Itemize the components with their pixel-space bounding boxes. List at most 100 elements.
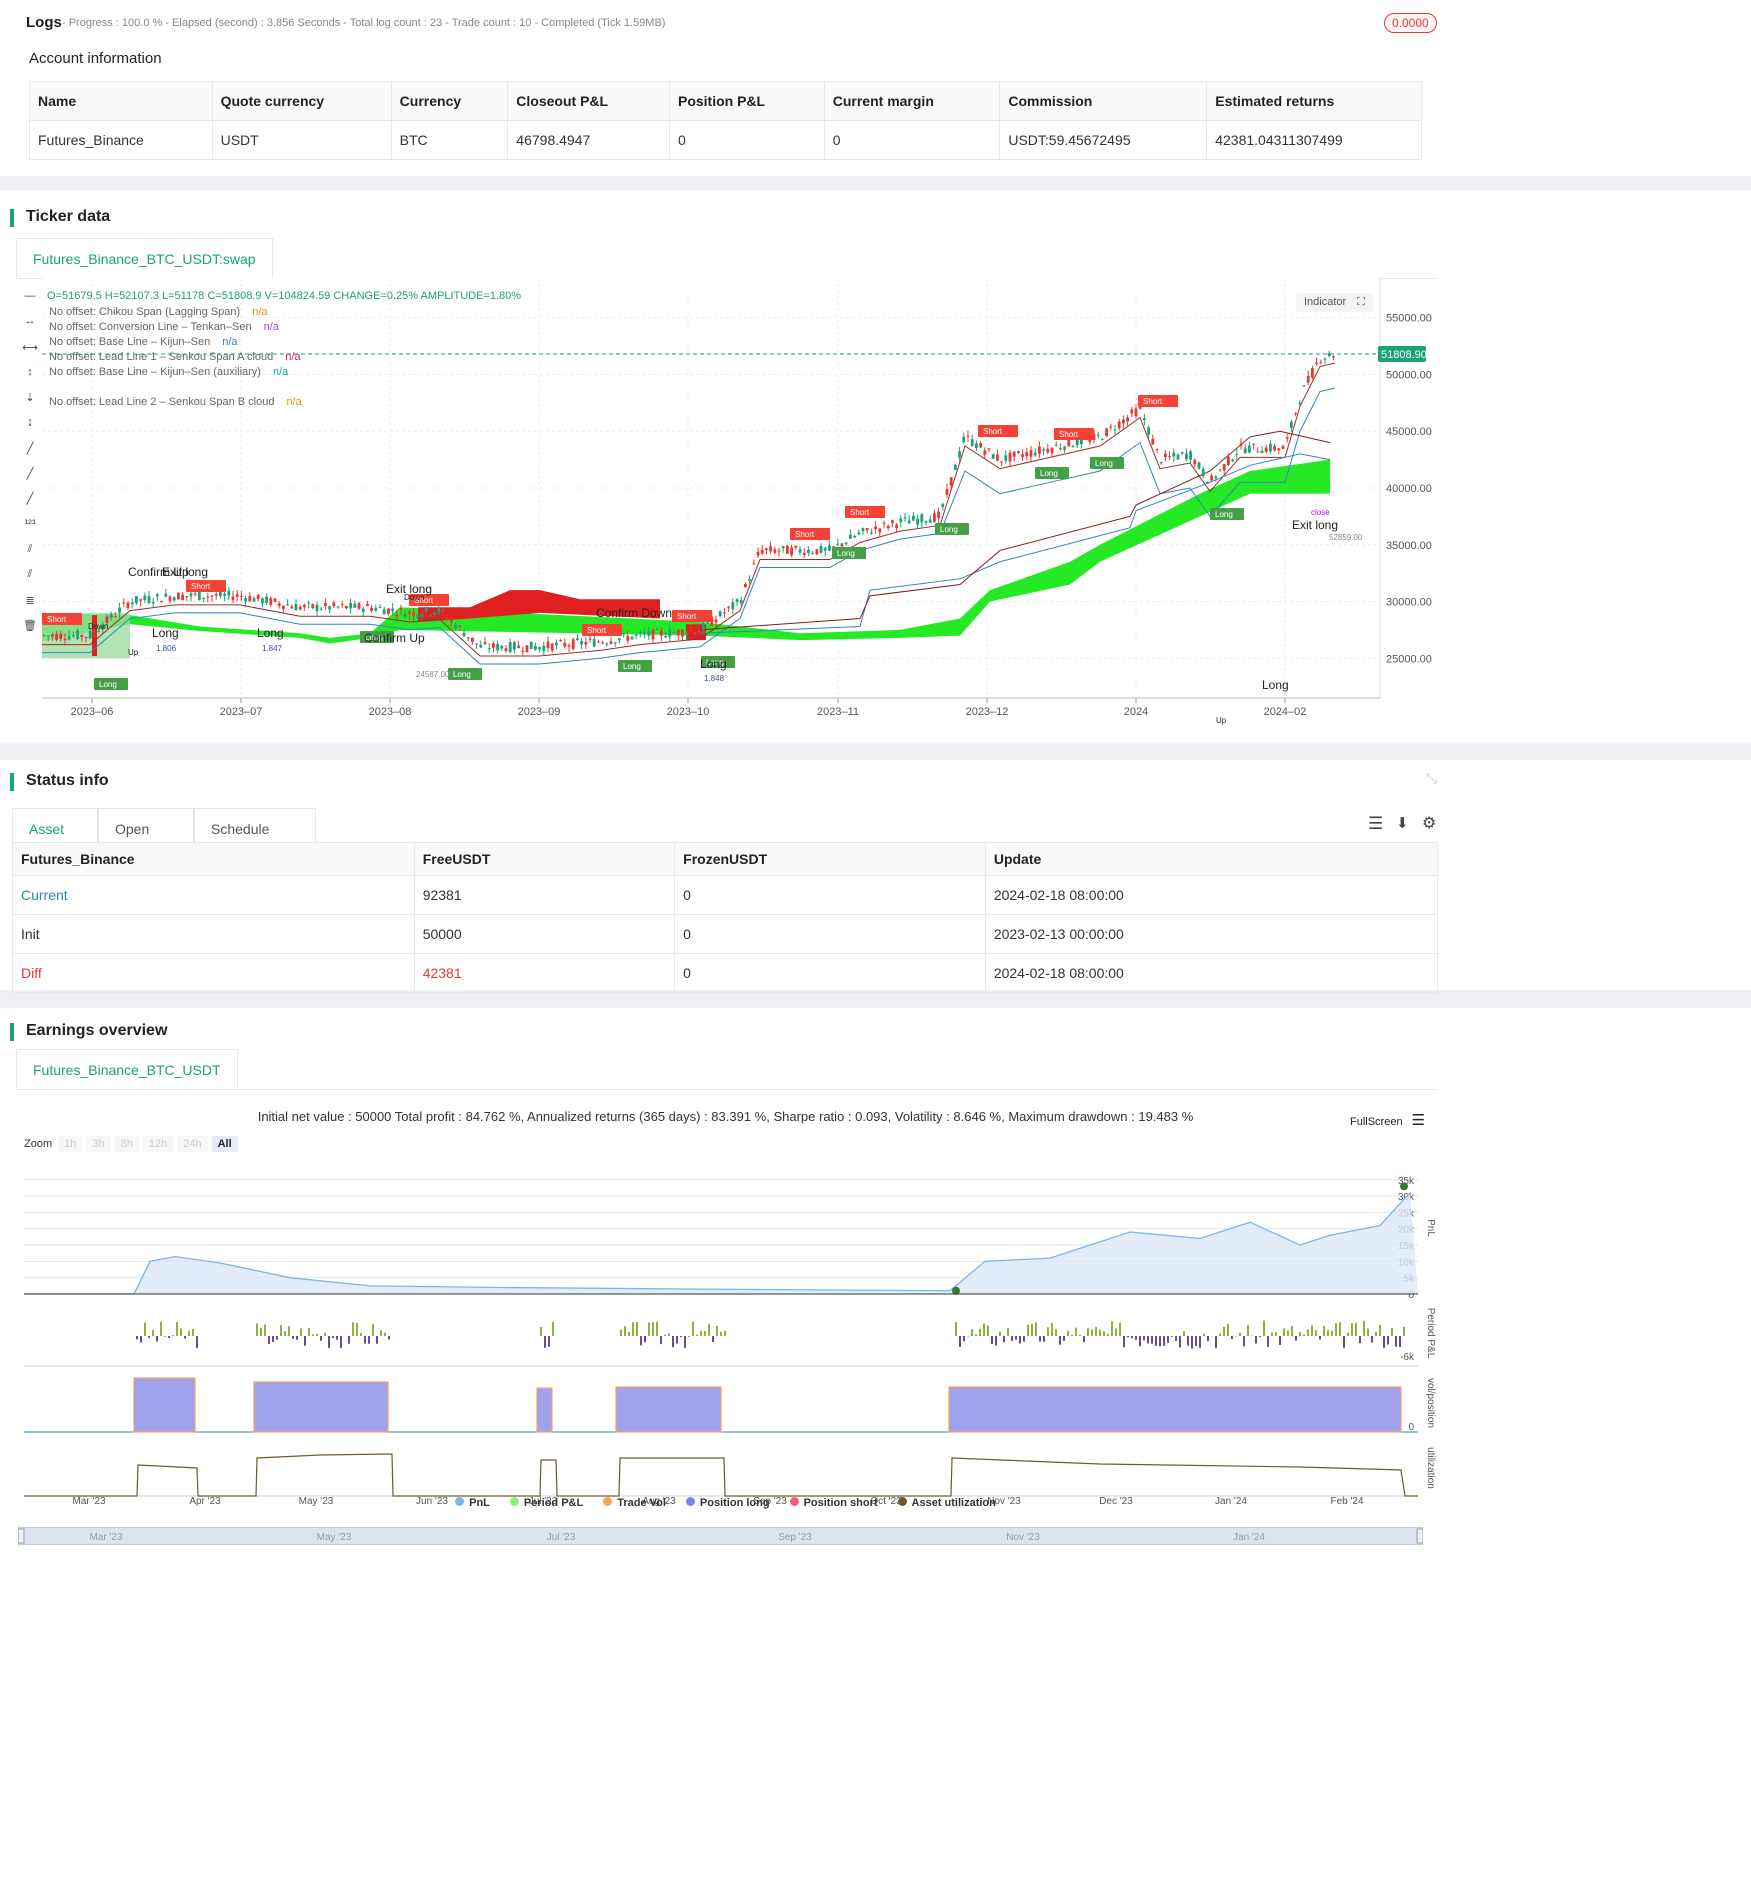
candle-body <box>168 596 172 602</box>
period-bar <box>1127 1336 1129 1338</box>
candle-body <box>685 633 688 636</box>
download-icon[interactable]: ⬇ <box>1396 814 1409 832</box>
period-bar <box>1339 1322 1341 1336</box>
period-bar <box>300 1328 302 1336</box>
account-header-cell: Commission <box>999 81 1208 121</box>
candle-body <box>1012 451 1016 457</box>
legend-label: Period P&L <box>523 1497 584 1509</box>
candle-body <box>206 596 210 598</box>
candle-body <box>42 634 46 636</box>
period-bar <box>1155 1336 1157 1346</box>
table-row: Init 50000 0 2023-02-13 00:00:00 <box>12 914 1439 954</box>
period-bar <box>963 1336 965 1342</box>
candle-body <box>487 648 491 650</box>
candle-body <box>937 511 940 518</box>
candle-body <box>479 644 483 648</box>
candle-body <box>1201 468 1205 477</box>
period-bar <box>1063 1336 1065 1341</box>
zoom-button[interactable]: All <box>211 1136 238 1152</box>
list-icon[interactable]: ☰ <box>1368 814 1383 834</box>
candle-body <box>639 631 642 634</box>
period-bar <box>1103 1331 1105 1336</box>
zoom-button[interactable]: 1h <box>58 1136 83 1152</box>
earnings-chart[interactable]: 35k30k25k20k15k10k5k0-6k0PnLPeriod P&Lvo… <box>0 1158 1451 1548</box>
candle-body <box>945 489 949 495</box>
candle-body <box>849 534 852 539</box>
period-bar <box>380 1330 382 1336</box>
legend-item[interactable]: Position long <box>685 1497 770 1509</box>
candle-body <box>798 549 802 553</box>
legend-item[interactable]: Trade Vol <box>603 1497 666 1509</box>
period-bar <box>1335 1323 1337 1336</box>
chart-annotation: Confirm Down <box>596 606 672 620</box>
candle-body <box>1281 446 1285 449</box>
period-bar <box>164 1336 166 1337</box>
legend-row: No offset: Lead Line 1 – Senkou Span A c… <box>49 350 302 365</box>
date-tick-label: 2023–12 <box>966 706 1009 718</box>
candle-body <box>1105 428 1108 437</box>
legend-item[interactable]: Position short <box>789 1497 878 1509</box>
candle-body <box>996 454 999 461</box>
candle-body <box>571 639 575 649</box>
chart-annotation: Long <box>1262 678 1289 692</box>
ticker-tab[interactable]: Futures_Binance_BTC_USDT:swap <box>16 238 273 279</box>
fullscreen-button[interactable]: FullScreen ☰ <box>1350 1111 1425 1129</box>
candle-body <box>441 609 445 612</box>
candle-body <box>634 634 638 636</box>
candle-body <box>550 643 554 651</box>
candle-body <box>214 594 218 596</box>
legend-item[interactable]: PnL <box>455 1497 490 1509</box>
expand-icon[interactable]: ⛶ <box>1357 296 1365 308</box>
candle-body <box>819 545 823 553</box>
account-header-cell: Name <box>29 81 213 121</box>
candle-body <box>836 543 840 545</box>
candle-body <box>643 632 646 635</box>
date-tick-label: 2023–11 <box>817 706 859 718</box>
asset-row-name: Diff <box>12 953 415 993</box>
asset-table: Futures_Binance FreeUSDT FrozenUSDT Update … <box>12 842 1439 993</box>
chart-annotation: 1.806 <box>156 644 177 653</box>
period-bar <box>708 1323 710 1336</box>
period-bar <box>1367 1328 1369 1336</box>
legend-item[interactable]: Asset utilization <box>897 1497 996 1509</box>
signal-badge-label: Long <box>1095 459 1113 468</box>
legend-row: No offset: Chikou Span (Lagging Span) n/a <box>49 305 302 320</box>
zoom-button[interactable]: 24h <box>177 1136 208 1152</box>
candle-body <box>1332 356 1335 358</box>
candle-body <box>1172 452 1176 457</box>
candle-body <box>920 514 924 523</box>
date-tick-label: 2024 <box>1124 706 1148 718</box>
earnings-summary: Initial net value : 50000 Total profit :… <box>257 1109 1194 1124</box>
chart-annotation: Long <box>700 657 727 671</box>
candle-body <box>626 635 630 641</box>
signal-badge-label: Long <box>940 525 958 534</box>
gear-icon[interactable]: ⚙ <box>1422 813 1436 833</box>
legend-item[interactable]: Period P&L <box>509 1497 584 1509</box>
period-bar <box>1207 1336 1209 1342</box>
period-bar <box>1195 1336 1197 1346</box>
range-navigator[interactable]: Mar '23 May '23 Jul '23 Sep '23 Nov '23 Jan '… <box>18 1527 1423 1545</box>
collapse-icon[interactable]: ⤡ <box>1426 770 1437 787</box>
signal-badge-label: Short <box>795 530 815 539</box>
candle-body <box>84 637 88 639</box>
period-bar <box>1219 1333 1221 1336</box>
zoom-button[interactable]: 12h <box>142 1136 174 1152</box>
candle-body <box>954 464 957 471</box>
candle-body <box>744 584 747 588</box>
menu-icon[interactable]: ☰ <box>1412 1112 1425 1129</box>
candle-body <box>924 521 928 523</box>
candle-body <box>1033 452 1037 456</box>
earnings-tab[interactable]: Futures_Binance_BTC_USDT <box>16 1049 238 1090</box>
zoom-button[interactable]: 3h <box>86 1136 111 1152</box>
status-panel: Status info ⤡ AssetOpen ordersSchedule o… <box>0 760 1751 993</box>
candle-body <box>525 645 529 652</box>
period-bar <box>955 1322 957 1336</box>
zoom-button[interactable]: 8h <box>114 1136 139 1152</box>
period-bar <box>1159 1336 1161 1347</box>
signal-badge-label: Short <box>47 615 67 624</box>
earnings-title: Earnings overview <box>9 1022 168 1041</box>
indicator-button[interactable]: Indicator ⛶ <box>1296 293 1373 312</box>
period-bar <box>1231 1336 1233 1340</box>
candle-body <box>702 622 705 631</box>
candle-body <box>1155 448 1159 450</box>
